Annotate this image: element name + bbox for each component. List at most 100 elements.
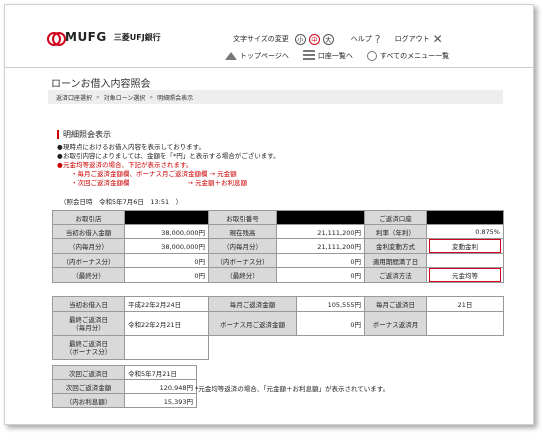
footnote: *元金均等返済の場合、「元金額＋お利息額」が表示されています。 [195,385,390,393]
note-3a: ・毎月ご返済金額欄、ボーナス月ご返済金額欄 → 元金額 [71,170,237,178]
inquiry-datetime: （照会日時 令和5年7月6日 13:51 ） [60,198,183,206]
table-cell: 0円 [276,253,365,268]
table-header: 適用期間満了日 [364,253,427,268]
menu-icon [366,50,377,61]
table-header: 最終ご返済日 （毎月分） [52,311,125,336]
table-row: 最終ご返済日 （毎月分） 令和22年2月21日 ボーナス月ご返済金額 0円 ボー… [52,311,504,336]
nav-top-label: トップページへ [240,51,289,60]
nav-all-menu[interactable]: すべてのメニュー一覧 [366,50,450,61]
table-header: 毎月ご返済金額 [208,296,297,312]
table-header: 次回ご返済日 [52,365,125,380]
breadcrumb-step-3: 明細照会表示 [157,94,194,102]
help-link[interactable]: ヘルプ [351,34,372,44]
utility-bar: 文字サイズの変更 小 中 大 ヘルプ ? ログアウト ✕ [233,32,443,46]
table-header: （内ボーナス分） [52,253,125,268]
table-cell: 38,000,000円 [124,238,209,254]
table-header: （内毎月分） [208,238,277,254]
masked-cell [426,210,504,225]
table-header: ボーナス返済月 [364,311,427,336]
masked-cell [124,210,209,225]
table-cell: 105,555円 [296,296,365,312]
logo-text: MUFG [65,30,107,44]
mufg-logo-mark-icon [47,31,66,46]
help-icon[interactable]: ? [375,33,381,46]
table-header: （内お利息額） [52,393,125,408]
note-3: ●元金均等返済の場合、下記が表示されます。 [57,161,193,169]
table-cell: 120,948円 [124,379,197,394]
global-nav: トップページへ 口座一覧へ すべてのメニュー一覧 [225,50,463,61]
table-header: お取引店 [52,210,125,225]
next-payment-table: 次回ご返済日 令和5年7月21日 次回ご返済金額 120,948円 （内お利息額… [52,365,197,408]
table-cell: 0円 [124,267,209,283]
table-header: 最終ご返済日 （ボーナス分） [52,335,125,360]
app-window: MUFG 三菱UFJ銀行 文字サイズの変更 小 中 大 ヘルプ ? ログアウト … [4,4,534,425]
table-row: （最終分） 0円 （最終分） 0円 ご返済方法 元金均等 [52,267,504,283]
table-row: お取引店 お取引番号 ご返済口座 [52,210,504,225]
mufg-logo[interactable]: MUFG 三菱UFJ銀行 [47,30,161,46]
table-cell: 21日 [426,296,504,312]
table-row: 次回ご返済日 令和5年7月21日 [52,365,197,380]
nav-account-list[interactable]: 口座一覧へ [302,50,353,61]
table-cell: 0円 [296,311,365,336]
table-cell [124,335,209,360]
table-cell: 変動金利 [426,238,504,254]
table-header: ボーナス月ご返済金額 [208,311,297,336]
table-cell: 0円 [276,267,365,283]
font-size-large-button[interactable]: 大 [322,33,334,45]
header: MUFG 三菱UFJ銀行 文字サイズの変更 小 中 大 ヘルプ ? ログアウト … [5,5,533,65]
nav-all-menu-label: すべてのメニュー一覧 [379,51,450,60]
breadcrumb-step-1: 返済口座選択 [56,94,93,102]
table-header: （内ボーナス分） [208,253,277,268]
close-icon[interactable]: ✕ [433,32,443,46]
table-row: 当初お借入金額 38,000,000円 現在残高 21,111,200円 利率（… [52,224,504,239]
table-header: 当初お借入金額 [52,224,125,239]
highlight-box: 変動金利 [429,239,501,253]
table-row: 次回ご返済金額 120,948円 [52,379,197,394]
nav-account-list-label: 口座一覧へ [317,51,353,60]
note-2: ●お取引内容によりましては、金額を「*円」と表示する場合がございます。 [57,152,280,160]
note-1: ●現時点におけるお借入内容を表示しております。 [57,143,205,151]
table-cell: 21,111,200円 [276,224,365,239]
table-cell: 38,000,000円 [124,224,209,239]
breadcrumb: 返済口座選択 » 対象ローン選択 » 明細照会表示 [48,90,503,104]
table-header: 金利変動方式 [364,238,427,254]
logout-link[interactable]: ログアウト [395,34,430,44]
table-header: 利率（年利） [364,224,427,239]
section-title: 明細照会表示 [57,130,111,139]
empty-cell [209,336,504,360]
table-cell [426,253,504,268]
table-header: ご返済方法 [364,267,427,283]
table-header: （最終分） [52,267,125,283]
font-size-medium-button[interactable]: 中 [308,33,320,45]
bank-name: 三菱UFJ銀行 [113,32,161,42]
table-cell: 15,393円 [124,393,197,408]
divider [5,67,533,68]
table-header: 当初お借入日 [52,296,125,312]
masked-cell [276,210,365,225]
page-title: ローンお借入内容照会 [51,79,151,90]
repayment-schedule-table: 当初お借入日 平成22年2月24日 毎月ご返済金額 105,555円 毎月ご返済… [52,296,504,360]
home-icon [225,51,237,60]
table-cell: 21,111,200円 [276,238,365,254]
table-header: （最終分） [208,267,277,283]
table-cell: 令和5年7月21日 [124,365,197,380]
table-header: （内毎月分） [52,238,125,254]
font-size-small-button[interactable]: 小 [294,33,306,45]
table-cell [426,311,504,336]
table-cell: 0円 [124,253,209,268]
table-header: 次回ご返済金額 [52,379,125,394]
table-row: （内ボーナス分） 0円 （内ボーナス分） 0円 適用期間満了日 [52,253,504,268]
table-row: （内毎月分） 38,000,000円 （内毎月分） 21,111,200円 金利… [52,238,504,254]
highlight-box: 元金均等 [429,268,501,282]
loan-summary-table: お取引店 お取引番号 ご返済口座 当初お借入金額 38,000,000円 現在残… [52,210,504,283]
table-cell: 0.875% [426,224,504,239]
table-header: ご返済口座 [364,210,427,225]
table-header: 現在残高 [208,224,277,239]
table-cell: 令和22年2月21日 [124,311,209,336]
table-cell: 元金均等 [426,267,504,283]
nav-top-page[interactable]: トップページへ [225,51,289,61]
table-row: 当初お借入日 平成22年2月24日 毎月ご返済金額 105,555円 毎月ご返済… [52,296,504,312]
table-header: お取引番号 [208,210,277,225]
notes: ●現時点におけるお借入内容を表示しております。 ●お取引内容によりましては、金額… [57,143,280,188]
list-icon [302,50,315,61]
